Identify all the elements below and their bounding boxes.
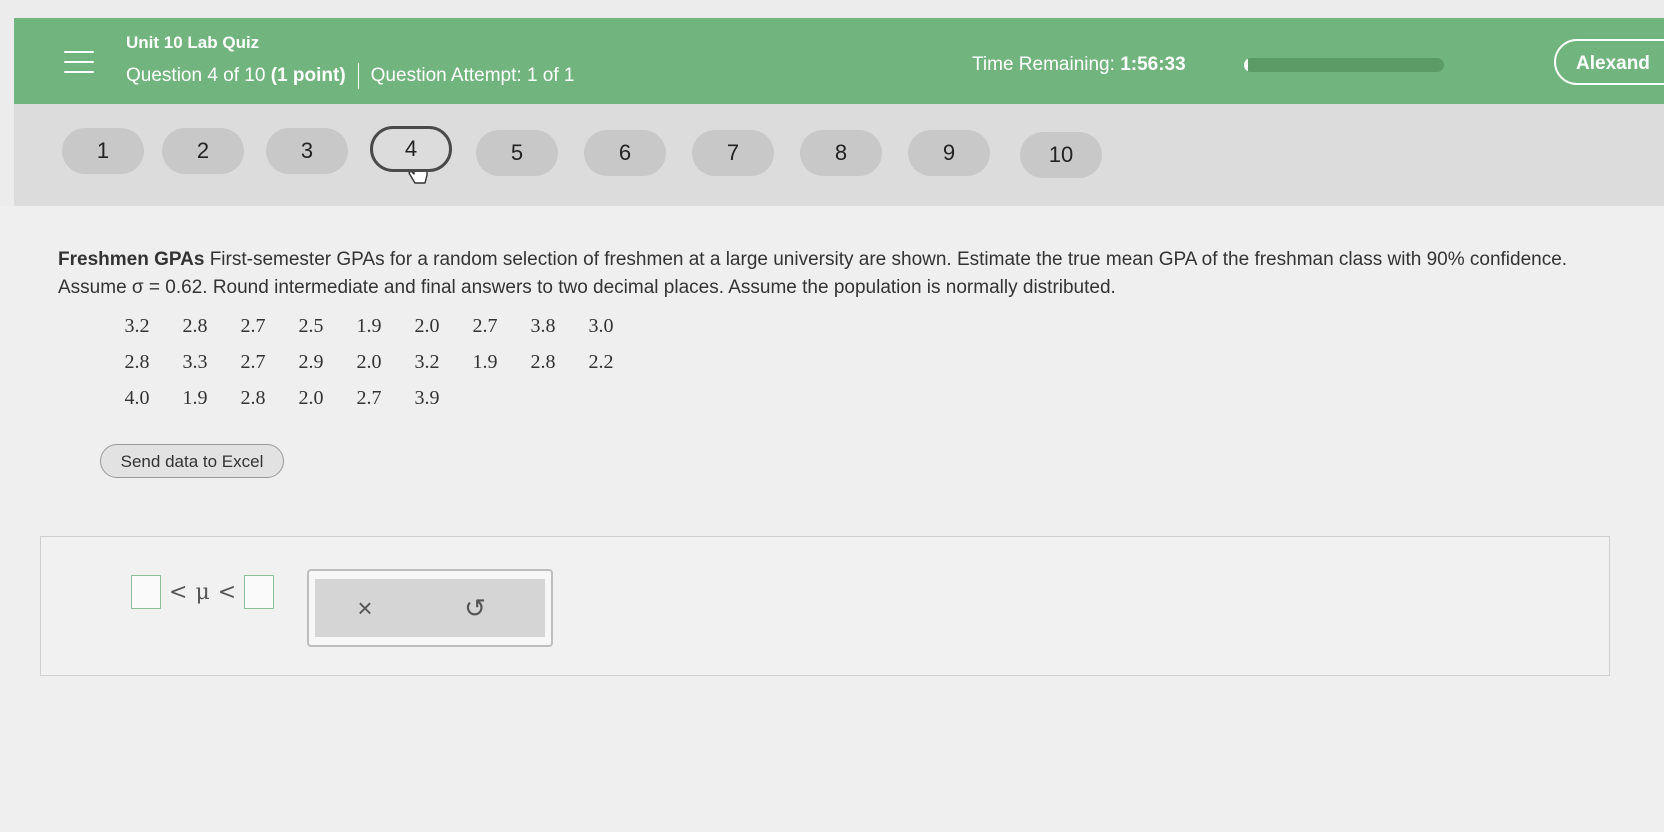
lower-bound-input[interactable] [131,575,161,609]
attempt-label: Question Attempt: 1 of 1 [370,65,575,86]
answer-tools: × ↺ [307,569,553,647]
question-points: (1 point) [270,65,346,86]
data-cell: 3.9 [414,386,440,409]
time-remaining: Time Remaining: 1:56:33 [972,54,1186,76]
time-label: Time Remaining: [972,54,1115,75]
gpa-data-table: 3.2 2.8 2.7 2.5 1.9 2.0 2.7 3.8 3.0 2.8 3.3 2.7 2.9 2… [108,308,630,416]
question-6-button[interactable]: 6 [584,130,666,176]
data-cell: 2.9 [298,350,324,373]
data-cell: 2.0 [298,386,324,409]
time-value: 1:56:33 [1120,54,1186,75]
data-cell: 3.2 [414,350,440,373]
data-cell: 3.2 [124,314,150,337]
upper-bound-input[interactable] [244,575,275,609]
data-cell: 2.8 [240,386,266,409]
clear-icon[interactable]: × [335,579,395,637]
divider [357,63,359,89]
mu-symbol: μ [195,579,210,605]
data-cell: 2.8 [530,350,556,373]
problem-text: Freshmen GPAs First-semester GPAs for a … [58,246,1618,302]
question-7-button[interactable]: 7 [692,130,774,176]
question-10-button[interactable]: 10 [1020,132,1102,178]
question-1-button[interactable]: 1 [62,128,144,174]
data-cell: 2.8 [124,350,150,373]
data-cell: 2.7 [472,314,498,337]
data-row: 2.8 3.3 2.7 2.9 2.0 3.2 1.9 2.8 2.2 [108,344,630,380]
problem-title: Freshmen GPAs [58,249,205,270]
data-cell: 1.9 [356,314,382,337]
question-2-button[interactable]: 2 [162,128,244,174]
question-8-button[interactable]: 8 [800,130,882,176]
data-row: 3.2 2.8 2.7 2.5 1.9 2.0 2.7 3.8 3.0 [108,308,630,344]
data-cell: 4.0 [124,386,150,409]
answer-panel: < μ < × ↺ [40,536,1610,676]
data-cell: 2.0 [414,314,440,337]
time-progress-fill [1244,58,1248,72]
quiz-title: Unit 10 Lab Quiz [126,33,260,52]
less-than-left: < [169,579,188,605]
data-cell: 2.7 [240,350,266,373]
question-4-button[interactable]: 4 [370,126,452,172]
time-progress-bar [1244,58,1444,72]
question-label: Question 4 of 10 [126,65,266,86]
data-cell: 2.8 [182,314,208,337]
data-cell: 3.3 [182,350,208,373]
confidence-interval-expression: < μ < [131,575,275,609]
user-menu-button[interactable]: Alexand [1554,39,1664,85]
question-5-button[interactable]: 5 [476,130,558,176]
question-info: Question 4 of 10 (1 point) Question Atte… [126,63,575,89]
undo-icon[interactable]: ↺ [445,579,505,637]
data-row: 4.0 1.9 2.8 2.0 2.7 3.9 [108,380,630,416]
send-to-excel-button[interactable]: Send data to Excel [100,444,284,478]
data-cell: 3.8 [530,314,556,337]
answer-tools-bar: × ↺ [315,579,545,637]
quiz-header: Unit 10 Lab Quiz Question 4 of 10 (1 poi… [14,18,1664,104]
data-cell: 2.7 [240,314,266,337]
data-cell: 2.2 [588,350,614,373]
question-nav: 1 2 3 4 5 6 7 8 9 10 [14,104,1664,206]
data-cell: 3.0 [588,314,614,337]
data-cell: 2.0 [356,350,382,373]
menu-icon[interactable] [64,51,94,73]
data-cell: 1.9 [472,350,498,373]
question-content: Freshmen GPAs First-semester GPAs for a … [0,206,1664,832]
problem-body: First-semester GPAs for a random selecti… [58,249,1568,298]
data-cell: 2.7 [356,386,382,409]
less-than-right: < [217,579,237,605]
question-9-button[interactable]: 9 [908,130,990,176]
data-cell: 2.5 [298,314,324,337]
data-cell: 1.9 [182,386,208,409]
question-3-button[interactable]: 3 [266,128,348,174]
